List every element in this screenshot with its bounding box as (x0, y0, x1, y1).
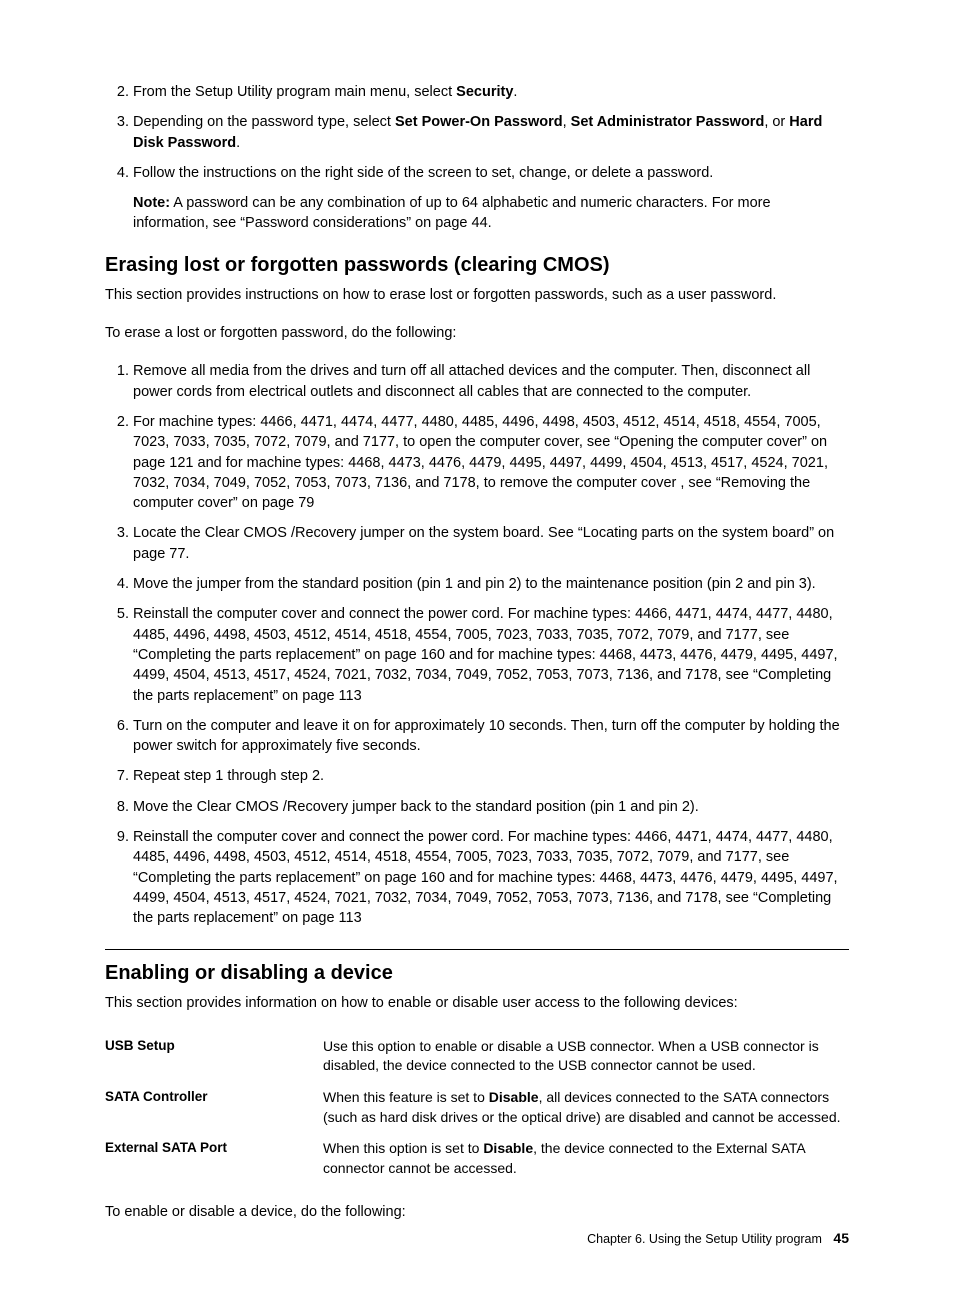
erase-steps-list: Remove all media from the drives and tur… (105, 361, 849, 928)
list-item: From the Setup Utility program main menu… (133, 82, 849, 102)
step-text: , or (764, 114, 789, 130)
device-desc-text: When this feature is set to (323, 1089, 489, 1105)
section-intro: This section provides information on how… (105, 993, 849, 1013)
list-item: Reinstall the computer cover and connect… (133, 604, 849, 705)
device-desc-text: When this option is set to (323, 1140, 483, 1156)
footer-page-number: 45 (833, 1230, 849, 1246)
device-label: External SATA Port (105, 1133, 323, 1184)
list-item: Repeat step 1 through step 2. (133, 766, 849, 786)
footer-chapter: Chapter 6. Using the Setup Utility progr… (587, 1232, 822, 1246)
list-item: Follow the instructions on the right sid… (133, 163, 849, 234)
bold-term: Security (456, 84, 513, 100)
page-footer: Chapter 6. Using the Setup Utility progr… (587, 1230, 849, 1246)
step-text: . (513, 84, 517, 100)
list-item: For machine types: 4466, 4471, 4474, 447… (133, 412, 849, 513)
step-text: Follow the instructions on the right sid… (133, 165, 713, 181)
list-item: Depending on the password type, select S… (133, 112, 849, 153)
note-block: Note: A password can be any combination … (133, 193, 849, 234)
bold-term: Disable (483, 1140, 533, 1156)
bold-term: Set Administrator Password (571, 114, 765, 130)
section-outro: To enable or disable a device, do the fo… (105, 1202, 849, 1222)
bold-term: Disable (489, 1089, 539, 1105)
table-row: USB Setup Use this option to enable or d… (105, 1031, 849, 1082)
device-table: USB Setup Use this option to enable or d… (105, 1031, 849, 1185)
section-intro: To erase a lost or forgotten password, d… (105, 323, 849, 343)
list-item: Move the Clear CMOS /Recovery jumper bac… (133, 797, 849, 817)
device-desc-text: Use this option to enable or disable a U… (323, 1038, 819, 1074)
table-row: External SATA Port When this option is s… (105, 1133, 849, 1184)
document-page: From the Setup Utility program main menu… (0, 0, 954, 1301)
device-desc: When this option is set to Disable, the … (323, 1133, 849, 1184)
list-item: Move the jumper from the standard positi… (133, 574, 849, 594)
bold-term: Set Power-On Password (395, 114, 563, 130)
device-desc: Use this option to enable or disable a U… (323, 1031, 849, 1082)
table-row: SATA Controller When this feature is set… (105, 1082, 849, 1133)
list-item: Turn on the computer and leave it on for… (133, 716, 849, 757)
section-divider (105, 949, 849, 950)
step-text: From the Setup Utility program main menu… (133, 84, 456, 100)
note-text: A password can be any combination of up … (133, 195, 771, 231)
list-item: Remove all media from the drives and tur… (133, 361, 849, 402)
section-intro: This section provides instructions on ho… (105, 285, 849, 305)
device-desc: When this feature is set to Disable, all… (323, 1082, 849, 1133)
device-label: USB Setup (105, 1031, 323, 1082)
note-label: Note: (133, 195, 170, 211)
password-steps-list: From the Setup Utility program main menu… (105, 82, 849, 234)
section-heading-enabling: Enabling or disabling a device (105, 962, 849, 985)
step-text: . (236, 135, 240, 151)
list-item: Reinstall the computer cover and connect… (133, 827, 849, 928)
list-item: Locate the Clear CMOS /Recovery jumper o… (133, 523, 849, 564)
device-label: SATA Controller (105, 1082, 323, 1133)
section-heading-erasing: Erasing lost or forgotten passwords (cle… (105, 254, 849, 277)
step-text: , (563, 114, 571, 130)
step-text: Depending on the password type, select (133, 114, 395, 130)
